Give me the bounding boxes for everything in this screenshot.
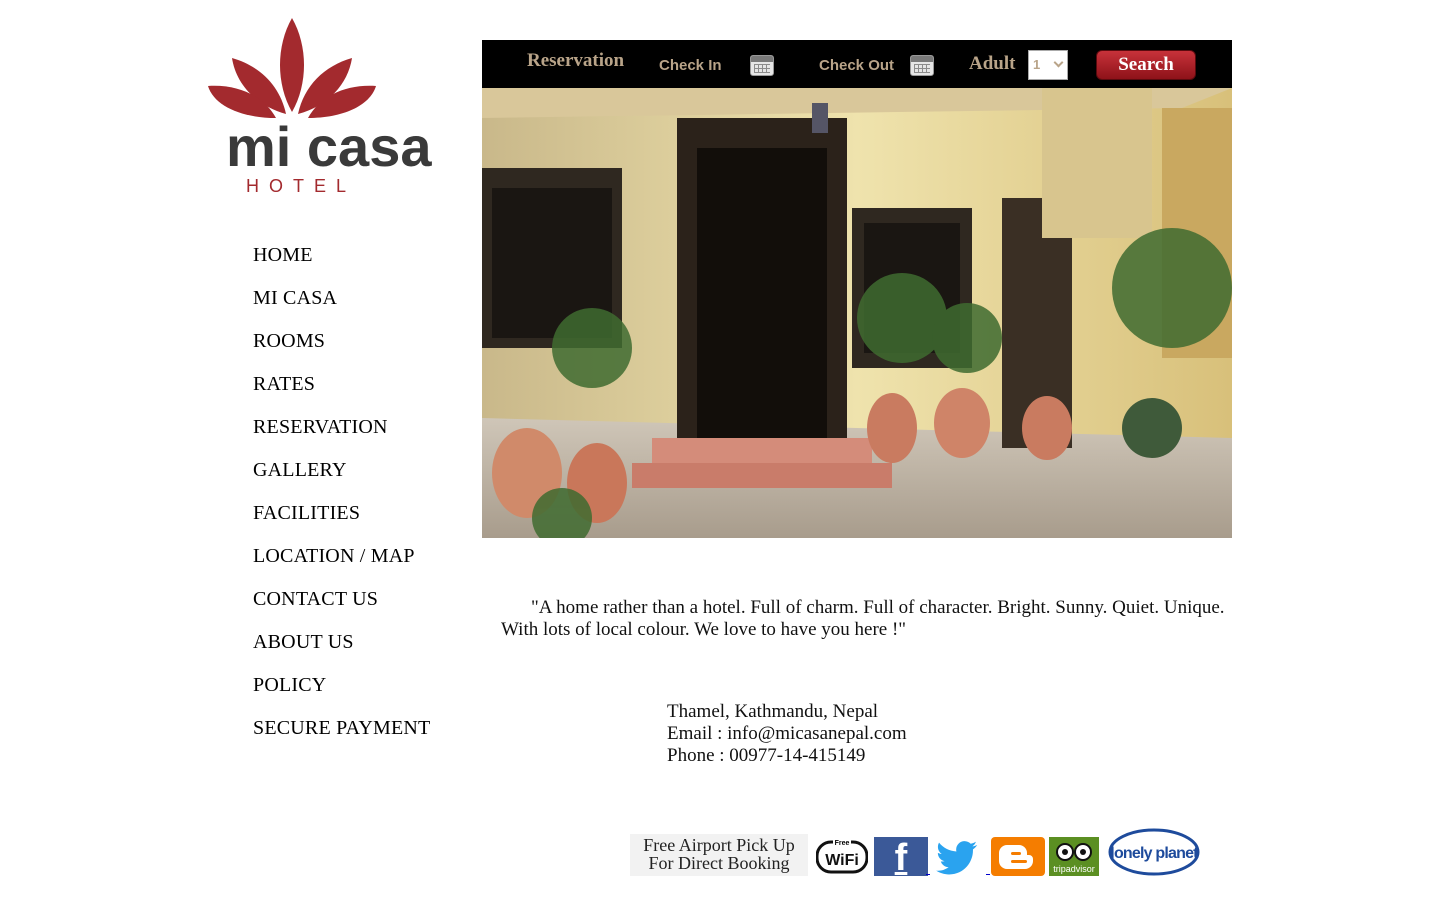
nav-item-secure-payment: SECURE PAYMENT [253, 713, 430, 756]
nav-link-rates[interactable]: RATES [253, 369, 315, 399]
nav-item-location-map: LOCATION / MAP [253, 541, 430, 584]
address-location: Thamel, Kathmandu, Nepal [667, 701, 879, 722]
check-out-label: Check Out [819, 57, 895, 74]
check-in-calendar-icon[interactable] [750, 55, 774, 76]
adult-select[interactable]: 1 [1028, 50, 1068, 80]
nav-link-home[interactable]: HOME [253, 240, 313, 270]
contact-details: Thamel, Kathmandu, Nepal Email : info@mi… [667, 701, 907, 767]
check-out-calendar-icon[interactable] [910, 55, 934, 76]
nav-link-policy[interactable]: POLICY [253, 670, 326, 700]
nav-item-reservation: RESERVATION [253, 412, 430, 455]
nav-item-rooms: ROOMS [253, 326, 430, 369]
lonely-planet-icon[interactable]: lonely planet [1108, 828, 1200, 876]
reservation-title: Reservation [527, 50, 625, 71]
nav-link-location-map[interactable]: LOCATION / MAP [253, 541, 415, 571]
nav-link-contact-us[interactable]: CONTACT US [253, 584, 378, 614]
nav-item-mi-casa: MI CASA [253, 283, 430, 326]
logo-subtitle: HOTEL [246, 176, 356, 196]
nav-item-policy: POLICY [253, 670, 430, 713]
search-button[interactable]: Search [1096, 50, 1196, 80]
address-phone: Phone : 00977-14-415149 [667, 745, 866, 766]
hotel-entrance-photo [482, 88, 1232, 538]
wifi-label: WiFi [825, 852, 859, 869]
link-underline [986, 874, 990, 875]
welcome-quote: "A home rather than a hotel. Full of cha… [501, 597, 1225, 640]
twitter-icon[interactable] [934, 837, 988, 876]
nav-item-gallery: GALLERY [253, 455, 430, 498]
nav-item-rates: RATES [253, 369, 430, 412]
airport-pickup-line2: For Direct Booking [648, 853, 790, 873]
wifi-icon: Free WiFi [815, 838, 869, 874]
nav-link-about-us[interactable]: ABOUT US [253, 627, 354, 657]
wifi-free-label: Free [835, 840, 850, 847]
adult-label: Adult [969, 53, 1016, 74]
main-navigation: HOME MI CASA ROOMS RATES RESERVATION GAL… [253, 240, 430, 756]
tripadvisor-label: tripadvisor [1053, 864, 1095, 874]
nav-item-home: HOME [253, 240, 430, 283]
tripadvisor-icon[interactable]: tripadvisor [1049, 837, 1099, 876]
nav-item-facilities: FACILITIES [253, 498, 430, 541]
nav-link-gallery[interactable]: GALLERY [253, 455, 347, 485]
address-email[interactable]: Email : info@micasanepal.com [667, 723, 907, 745]
airport-pickup-line1: Free Airport Pick Up [643, 835, 795, 855]
nav-item-about-us: ABOUT US [253, 627, 430, 670]
airport-pickup-banner: Free Airport Pick Up For Direct Booking [630, 834, 808, 876]
nav-link-facilities[interactable]: FACILITIES [253, 498, 360, 528]
nav-link-mi-casa[interactable]: MI CASA [253, 283, 337, 313]
footer-badges: Free Airport Pick Up For Direct Booking … [630, 826, 1210, 879]
lotus-logo-graphic: mi casa HOTEL [208, 18, 432, 196]
lonely-planet-label: lonely planet [1110, 845, 1199, 862]
facebook-icon[interactable]: f [874, 837, 928, 879]
nav-item-contact-us: CONTACT US [253, 584, 430, 627]
logo-wordmark: mi casa [226, 115, 432, 178]
nav-link-reservation[interactable]: RESERVATION [253, 412, 388, 442]
reservation-bar: Reservation Check In Check Out Adult 1 S… [482, 40, 1232, 88]
adult-select-value: 1 [1033, 57, 1041, 72]
chevron-down-icon [1053, 57, 1064, 68]
hotel-logo[interactable]: mi casa HOTEL [206, 14, 452, 200]
blogger-icon[interactable] [991, 837, 1045, 876]
check-in-label: Check In [659, 57, 722, 74]
nav-link-secure-payment[interactable]: SECURE PAYMENT [253, 713, 430, 743]
link-underline [926, 874, 930, 875]
nav-link-rooms[interactable]: ROOMS [253, 326, 325, 356]
